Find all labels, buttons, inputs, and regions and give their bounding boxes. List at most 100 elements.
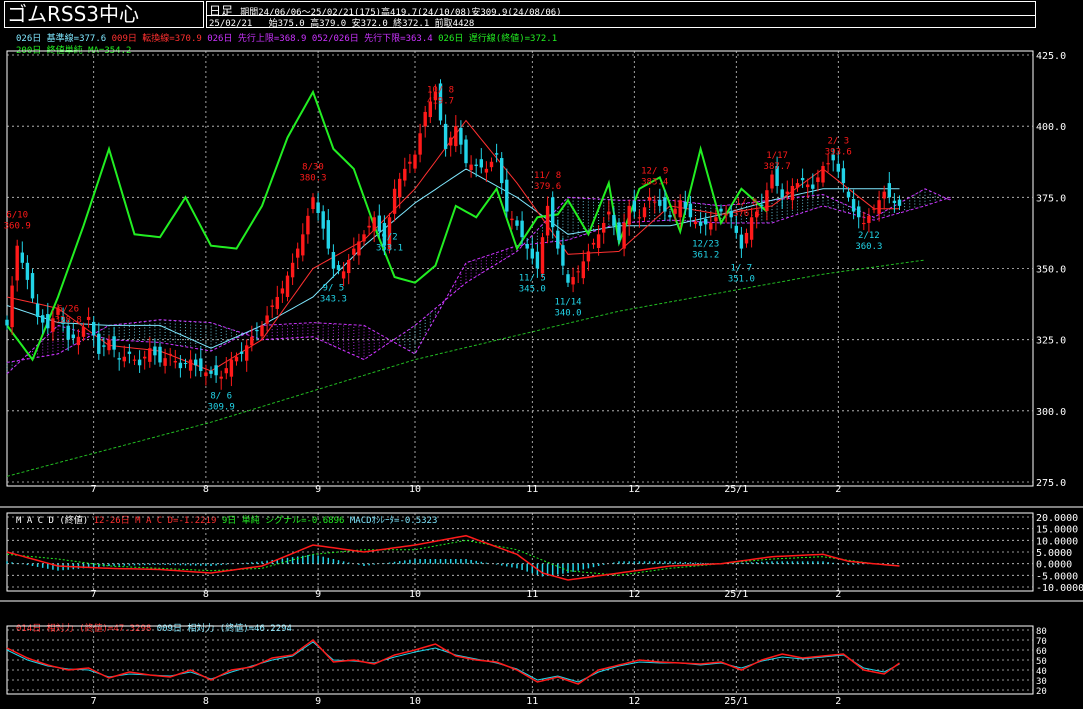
candle-body [204, 372, 208, 377]
annotation-value: 340.0 [554, 309, 581, 319]
candle-body [102, 345, 106, 347]
candle-body [663, 197, 667, 212]
candle-body [367, 225, 371, 228]
candle-body [469, 164, 473, 171]
macd-y-tick-label: -5.0000 [1036, 571, 1078, 582]
candle-body [398, 178, 402, 198]
annotation-value: 376.4 [733, 209, 760, 219]
candle-body [897, 199, 902, 206]
candle-body [698, 221, 703, 226]
candle-body [688, 203, 693, 218]
annotation-value: 360.3 [855, 242, 882, 252]
x-tick-label: 7 [91, 484, 97, 495]
macd-y-tick-label: -10.0000 [1036, 583, 1083, 594]
candle-body [658, 199, 662, 206]
macd-panel-frame [6, 512, 1034, 592]
candle-body [535, 251, 540, 269]
candle-body [209, 370, 213, 374]
candle-body [510, 218, 514, 221]
annotation-date: 2/ 3 [827, 137, 849, 147]
main-panel-frame [6, 50, 1034, 487]
candle-body [464, 139, 468, 164]
candle-body [413, 154, 417, 169]
annotation-date: 1/ 7 [731, 264, 753, 274]
candle-body [795, 183, 800, 188]
annotation-date: 8/30 [302, 162, 324, 172]
candle-body [10, 285, 14, 328]
candle-body [311, 197, 315, 210]
main-y-tick-label: 400.0 [1036, 122, 1066, 133]
candle-body [576, 271, 580, 273]
candle-body [867, 215, 871, 223]
candle-body [479, 159, 483, 168]
candle-body [403, 168, 407, 181]
x-tick-label: 9 [315, 696, 321, 707]
annotation-date: 8/ 6 [210, 392, 232, 402]
candle-body [642, 207, 647, 218]
candle-body [66, 325, 70, 340]
candle-body [668, 214, 672, 218]
candle-body [525, 244, 529, 249]
x-tick-label: 11 [526, 589, 538, 600]
candle-body [219, 376, 223, 379]
main-y-tick-label: 425.0 [1036, 51, 1066, 62]
x-tick-label: 9 [315, 589, 321, 600]
candle-body [30, 273, 35, 299]
candle-body [862, 222, 866, 225]
candle-body [846, 191, 851, 198]
x-tick-label: 2 [835, 484, 841, 495]
annotation-date: 12/ 9 [641, 167, 668, 177]
candle-body [81, 326, 86, 337]
candle-body [408, 161, 412, 164]
candle-body [765, 190, 769, 211]
x-tick-label: 12 [628, 484, 640, 495]
candle-body [474, 164, 478, 167]
candle-body [602, 222, 606, 233]
candle-body [86, 316, 91, 321]
x-tick-label: 7 [91, 696, 97, 707]
candle-body [392, 188, 397, 214]
candle-body [714, 217, 718, 222]
candle-body [505, 179, 509, 212]
candle-body [785, 191, 789, 194]
candle-body [872, 208, 876, 210]
candle-body [158, 346, 162, 363]
candle-body [321, 211, 325, 229]
candle-body [352, 248, 356, 255]
annotation-value: 353.1 [376, 243, 403, 253]
candle-body [71, 334, 75, 339]
candle-body [341, 271, 346, 279]
candle-body [790, 185, 795, 201]
rsi-panel-frame [6, 625, 1034, 695]
candle-body [581, 261, 585, 279]
candle-body [704, 218, 708, 225]
candle-body [882, 191, 886, 199]
candle-body [229, 359, 234, 377]
candle-body [153, 346, 157, 356]
annotation-value: 383.4 [641, 178, 668, 188]
candle-body [545, 205, 550, 236]
candle-body [724, 214, 728, 216]
candle-body [285, 275, 290, 297]
candle-body [239, 351, 244, 354]
candle-body [449, 137, 453, 146]
rsi-y-tick-label: 60 [1036, 647, 1047, 657]
macd-y-tick-label: 5.0000 [1036, 548, 1072, 559]
candle-body [540, 237, 545, 274]
candle-body [678, 200, 682, 218]
candle-body [168, 353, 172, 355]
candle-body [301, 234, 305, 256]
candle-body [780, 189, 784, 198]
annotation-value: 328.8 [55, 316, 82, 326]
rsi14-line [6, 638, 900, 685]
x-tick-label: 10 [409, 484, 421, 495]
candle-body [566, 274, 570, 283]
candle-body [188, 359, 193, 371]
annotation-date: 11/ 5 [519, 274, 546, 284]
candle-body [178, 362, 183, 369]
candle-body [841, 168, 846, 184]
candle-body [500, 158, 504, 184]
candle-body [224, 368, 228, 374]
candle-body [836, 163, 840, 172]
annotation-value: 351.0 [728, 275, 755, 285]
